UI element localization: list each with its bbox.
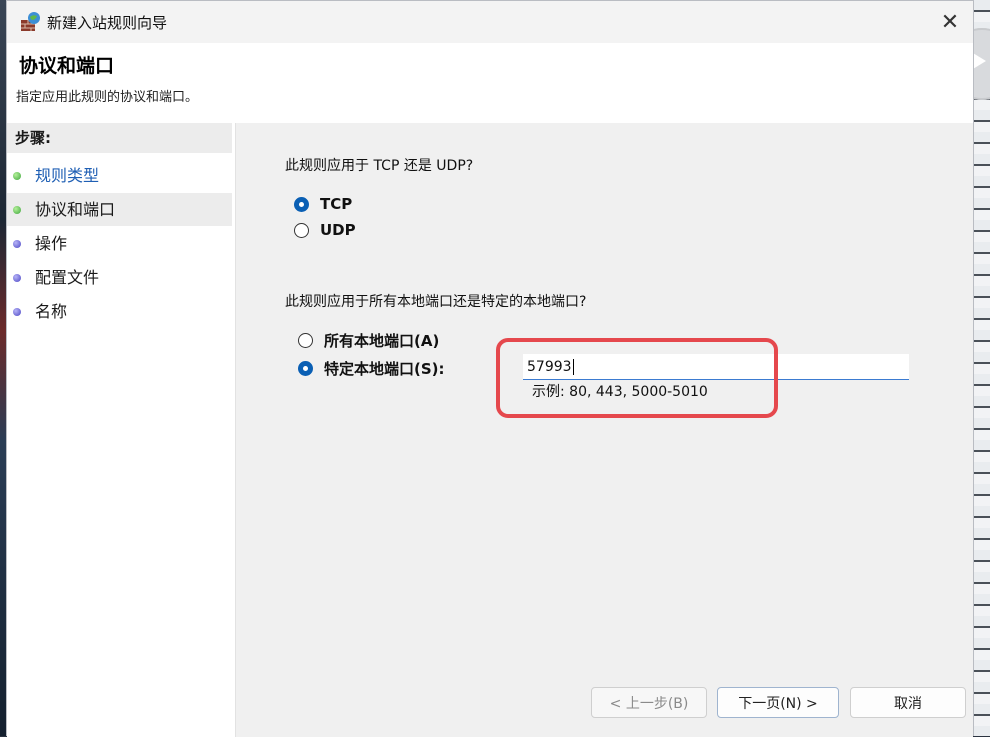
step-profile[interactable]: 配置文件 <box>7 261 232 294</box>
steps-pane: 步骤: 规则类型 协议和端口 操作 配置文件 名称 <box>7 123 236 737</box>
step-current-icon <box>13 206 21 214</box>
wizard-window: 新建入站规则向导 ✕ 协议和端口 指定应用此规则的协议和端口。 步骤: 规则类型… <box>6 0 974 737</box>
step-complete-icon <box>13 172 21 180</box>
ports-question: 此规则应用于所有本地端口还是特定的本地端口? <box>285 294 587 310</box>
close-icon: ✕ <box>940 9 960 35</box>
radio-specific-local-ports[interactable]: 特定本地端口(S): <box>298 358 445 379</box>
steps-heading: 步骤: <box>7 123 232 153</box>
next-button[interactable]: 下一页(N) > <box>717 687 839 718</box>
radio-label: TCP <box>320 195 353 213</box>
radio-label: UDP <box>320 221 356 239</box>
step-pending-icon <box>13 308 21 316</box>
content-pane: 此规则应用于 TCP 还是 UDP? TCP UDP 此规则应用于所有本地端口还… <box>236 123 973 737</box>
radio-all-local-ports[interactable]: 所有本地端口(A) <box>298 330 439 351</box>
radio-udp[interactable]: UDP <box>294 221 356 239</box>
step-label: 操作 <box>35 234 68 253</box>
radio-checked-icon <box>294 196 309 212</box>
cancel-button[interactable]: 取消 <box>850 687 966 718</box>
radio-unchecked-icon <box>294 222 309 238</box>
wizard-header: 协议和端口 指定应用此规则的协议和端口。 <box>7 43 973 123</box>
page-subtitle: 指定应用此规则的协议和端口。 <box>16 90 199 105</box>
port-input-value: 57993 <box>527 359 572 375</box>
step-label: 规则类型 <box>35 166 100 185</box>
window-title: 新建入站规则向导 <box>47 14 168 32</box>
step-label: 配置文件 <box>35 268 100 287</box>
close-button[interactable]: ✕ <box>927 1 973 43</box>
specific-ports-input[interactable]: 57993 <box>523 354 909 380</box>
step-pending-icon <box>13 274 21 282</box>
title-bar: 新建入站规则向导 ✕ <box>7 1 973 43</box>
radio-tcp[interactable]: TCP <box>294 195 352 213</box>
text-caret <box>572 359 574 375</box>
radio-label: 所有本地端口(A) <box>324 332 440 350</box>
step-label: 名称 <box>35 302 68 321</box>
protocol-question: 此规则应用于 TCP 还是 UDP? <box>285 158 474 174</box>
step-action[interactable]: 操作 <box>7 227 232 260</box>
page-title: 协议和端口 <box>19 55 115 77</box>
step-protocol-and-ports[interactable]: 协议和端口 <box>7 193 232 226</box>
firewall-icon <box>21 12 40 31</box>
radio-label: 特定本地端口(S): <box>324 360 445 378</box>
step-rule-type[interactable]: 规则类型 <box>7 159 232 192</box>
desktop-background-right <box>974 0 990 736</box>
step-label: 协议和端口 <box>35 200 116 219</box>
back-button[interactable]: < 上一步(B) <box>591 687 707 718</box>
radio-unchecked-icon <box>298 333 313 348</box>
ports-example-hint: 示例: 80, 443, 5000-5010 <box>532 384 708 400</box>
radio-checked-icon <box>298 361 313 376</box>
step-pending-icon <box>13 240 21 248</box>
step-name[interactable]: 名称 <box>7 295 232 328</box>
